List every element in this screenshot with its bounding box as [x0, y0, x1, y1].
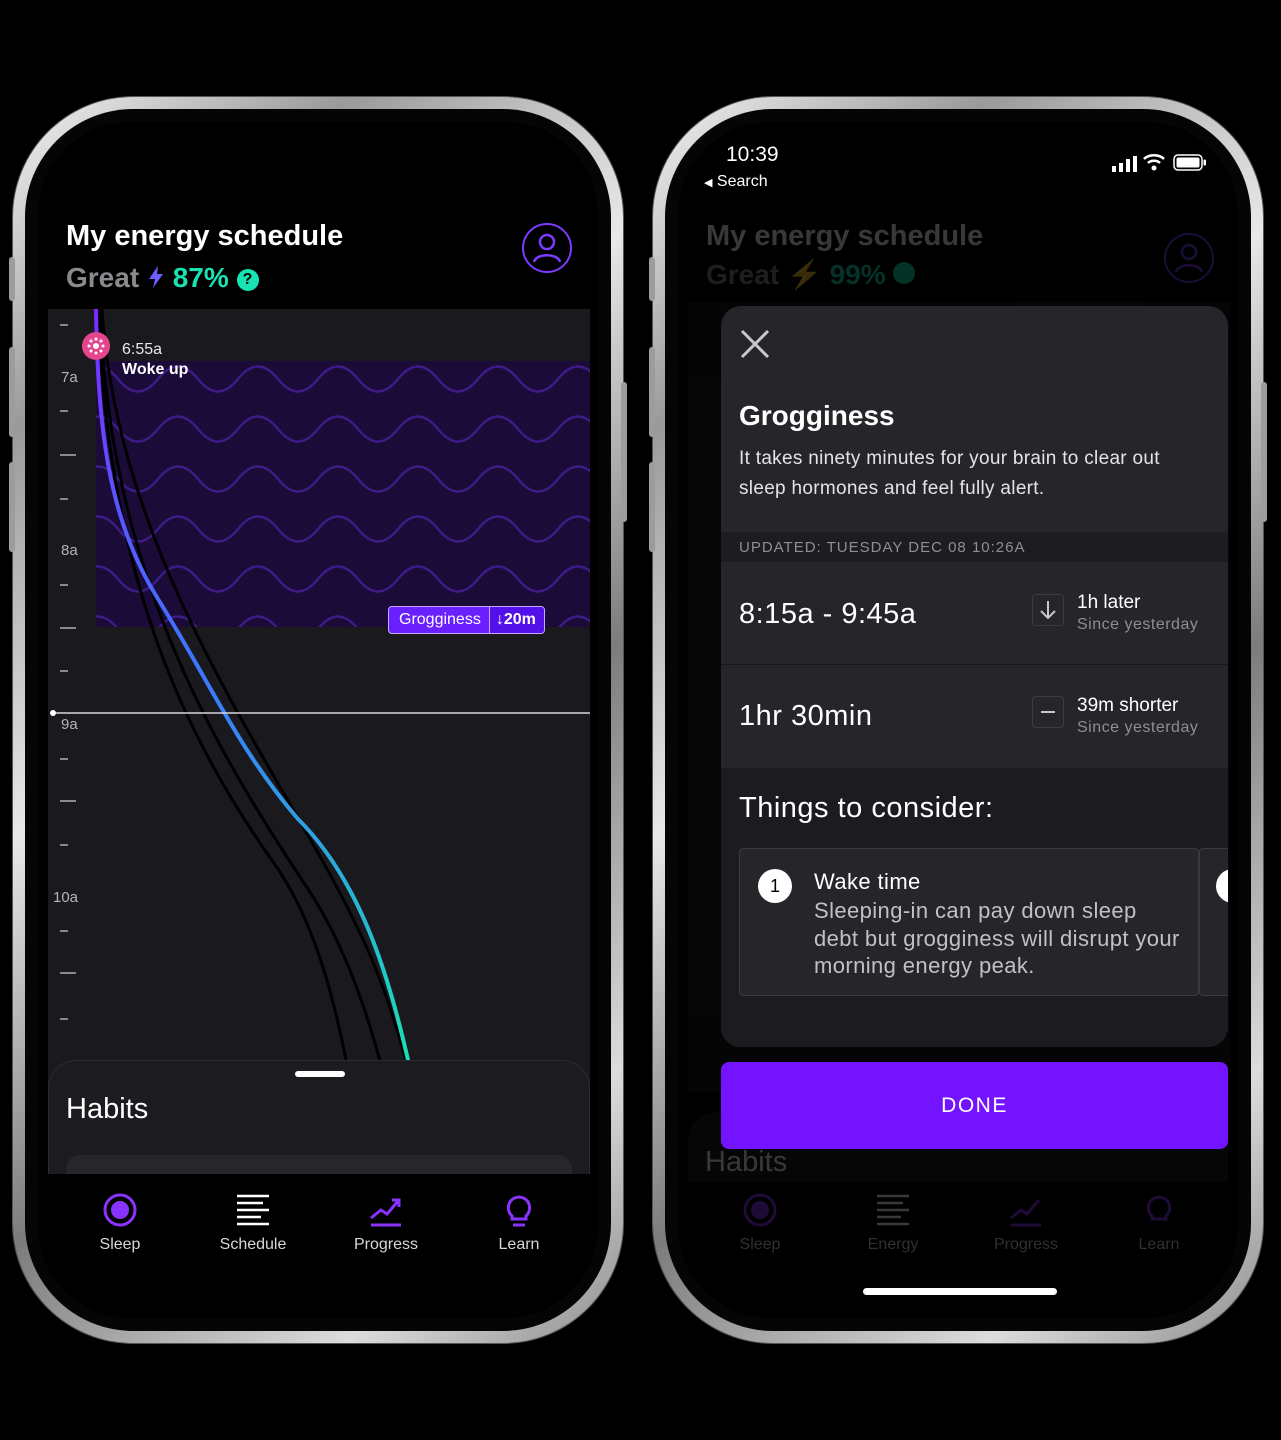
energy-percent: 99%	[829, 259, 886, 290]
energy-percent: 87%	[172, 262, 229, 293]
arrow-down-icon	[1032, 594, 1064, 626]
energy-status: Great 87% ?	[66, 262, 259, 296]
phone-frame-left: My energy schedule Great 87% ? 7a 8a 9a …	[9, 97, 627, 1343]
consider-card-text: Sleeping-in can pay down sleep debt but …	[814, 898, 1180, 978]
habits-title: Habits	[66, 1093, 149, 1125]
lightbulb-icon	[1146, 1195, 1172, 1221]
minus-icon	[1032, 696, 1064, 728]
consider-number-badge	[1216, 869, 1228, 903]
hour-label: 9a	[61, 716, 78, 733]
progress-chart-icon	[1010, 1199, 1041, 1227]
tab-sleep: Sleep	[705, 1192, 815, 1254]
duration-value: 1hr 30min	[739, 700, 873, 732]
sleep-icon	[103, 1193, 137, 1227]
energy-chart-graphics	[50, 309, 590, 1169]
tab-label: Learn	[498, 1236, 540, 1253]
hour-label: 8a	[61, 542, 78, 559]
progress-chart-icon	[370, 1198, 401, 1227]
change-label: 39m shorter	[1077, 695, 1179, 716]
modal-title: Grogginess	[739, 400, 895, 431]
tab-learn[interactable]: Learn	[464, 1192, 574, 1254]
grogginess-pill-label: Grogginess	[399, 611, 481, 628]
tab-schedule[interactable]: Schedule	[198, 1192, 308, 1254]
change-label: 1h later	[1077, 592, 1141, 613]
tab-label: Schedule	[219, 1236, 287, 1253]
tab-label: Progress	[993, 1236, 1059, 1253]
profile-button	[1164, 233, 1214, 283]
help-icon	[893, 262, 916, 284]
lightbulb-icon	[506, 1195, 532, 1227]
habits-title: Habits	[705, 1146, 788, 1178]
grogginess-delta: ↓20m	[488, 607, 544, 633]
done-button[interactable]: DONE	[721, 1062, 1228, 1149]
tab-label: Sleep	[99, 1236, 141, 1253]
grogginess-pill[interactable]: Grogginess ↓20m	[388, 606, 545, 634]
close-button[interactable]	[739, 328, 771, 360]
energy-schedule-screen: My energy schedule Great 87% ? 7a 8a 9a …	[38, 122, 598, 1318]
tab-label: Progress	[353, 1236, 419, 1253]
energy-status: Great ⚡ 99%	[706, 258, 916, 291]
home-indicator	[863, 1288, 1057, 1295]
sleep-icon	[743, 1193, 777, 1227]
tab-energy: Energy	[838, 1192, 948, 1254]
duration-row: 1hr 30min 39m shorter Since yesterday	[721, 666, 1228, 768]
consider-title: Things to consider:	[739, 792, 994, 824]
wake-time: 6:55a	[122, 341, 163, 358]
tab-label: Learn	[1138, 1236, 1180, 1253]
drag-handle[interactable]	[295, 1071, 345, 1077]
grogginess-detail-screen: 10:39 ◀ Search My energy schedule Great …	[678, 122, 1238, 1318]
grogginess-band	[96, 361, 590, 627]
bolt-icon	[147, 264, 165, 296]
status-label: Great	[706, 259, 780, 290]
tab-progress[interactable]: Progress	[331, 1192, 441, 1254]
help-icon[interactable]: ?	[236, 269, 259, 291]
time-range-row: 8:15a - 9:45a 1h later Since yesterday	[721, 562, 1228, 664]
status-label: Great	[66, 262, 140, 293]
arrow-down-icon: ↓	[495, 611, 504, 628]
user-icon	[532, 233, 562, 263]
consider-card-title: Wake time	[814, 869, 921, 894]
phone-frame-right: 10:39 ◀ Search My energy schedule Great …	[649, 97, 1267, 1343]
updated-bar: UPDATED: TUESDAY DEC 08 10:26A	[721, 532, 1228, 562]
schedule-list-icon	[237, 1194, 269, 1226]
change-since: Since yesterday	[1077, 719, 1199, 736]
hour-label: 10a	[53, 889, 79, 906]
updated-timestamp: UPDATED: TUESDAY DEC 08 10:26A	[739, 539, 1026, 556]
wake-marker-icon[interactable]	[82, 332, 110, 360]
tab-progress: Progress	[971, 1192, 1081, 1254]
modal-description: It takes ninety minutes for your brain t…	[739, 448, 1160, 499]
wake-label: Woke up	[122, 361, 189, 378]
change-since: Since yesterday	[1077, 616, 1199, 633]
profile-button[interactable]	[522, 223, 572, 273]
tab-label: Sleep	[739, 1236, 781, 1253]
schedule-list-icon	[877, 1194, 909, 1226]
user-icon	[1174, 243, 1204, 273]
page-title: My energy schedule	[706, 220, 984, 252]
consider-card[interactable]: 1 Wake time Sleeping-in can pay down sle…	[739, 848, 1199, 996]
grogginess-delta-value: 20m	[503, 611, 536, 628]
bolt-icon: ⚡	[786, 259, 822, 290]
hour-label: 7a	[61, 369, 78, 386]
time-range-value: 8:15a - 9:45a	[739, 598, 917, 630]
page-title: My energy schedule	[66, 220, 344, 252]
close-icon	[740, 329, 770, 359]
grogginess-modal: Grogginess It takes ninety minutes for y…	[721, 306, 1228, 1047]
consider-number-badge: 1	[758, 869, 792, 903]
consider-section: Things to consider: 1 Wake time Sleeping…	[721, 768, 1228, 1047]
tab-learn: Learn	[1104, 1192, 1214, 1254]
consider-card-next[interactable]	[1199, 848, 1228, 996]
tab-label: Energy	[867, 1236, 919, 1253]
tab-sleep[interactable]: Sleep	[65, 1192, 175, 1254]
